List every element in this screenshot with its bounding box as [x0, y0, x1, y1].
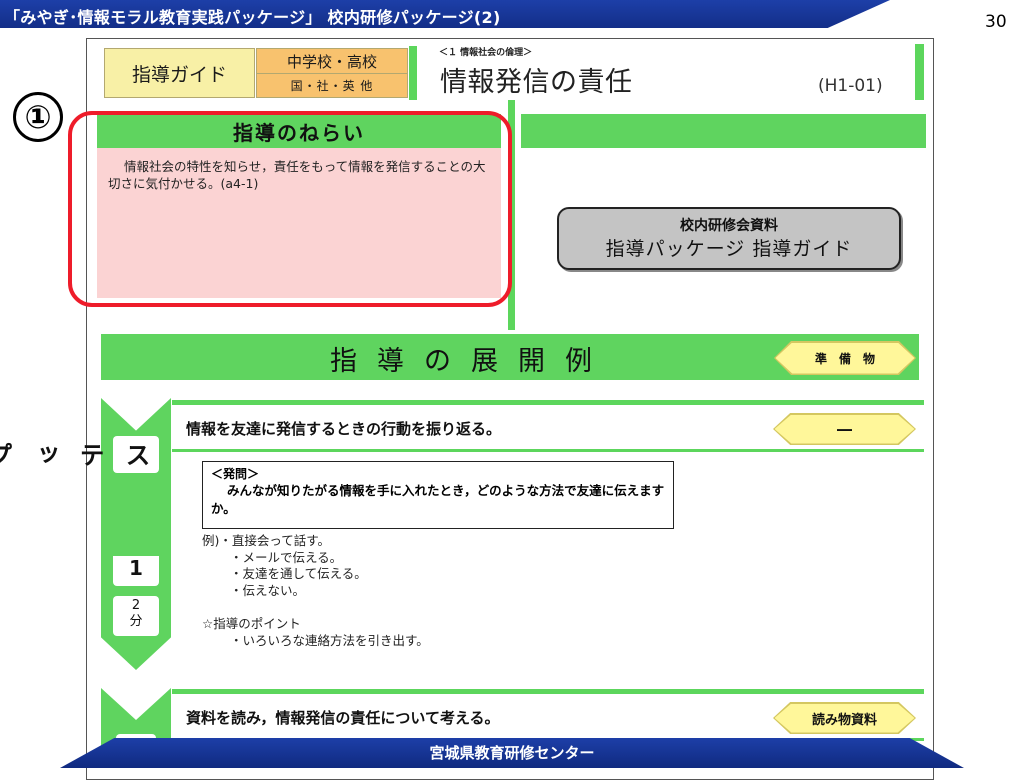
subject-list: 国・社・英 他	[256, 73, 408, 98]
highlight-outline	[68, 111, 512, 307]
step1-char: プ	[0, 442, 13, 467]
step2-task: 資料を読み，情報発信の責任について考える。	[186, 709, 500, 727]
school-level: 中学校・高校	[256, 48, 408, 74]
step1-number: 1	[113, 556, 159, 586]
prep-label: 準備物	[775, 342, 915, 374]
slide-title: 「みやぎ･情報モラル教育実践パッケージ」 校内研修パッケージ(2)	[4, 8, 501, 27]
list-item: ・友達を通して伝える。	[230, 566, 367, 581]
question-text: みんなが知りたがる情報を手に入れたとき，どのような方法で友達に伝えますか。	[211, 483, 665, 516]
step1-top-line	[172, 400, 924, 405]
green-tick	[915, 44, 924, 100]
prep-header: 準備物	[774, 341, 916, 375]
step1-separator	[172, 449, 924, 452]
point-item: ・いろいろな連絡方法を引き出す。	[230, 633, 429, 648]
question-box: ＜発問＞ みんなが知りたがる情報を手に入れたとき，どのような方法で友達に伝えます…	[202, 461, 674, 529]
guide-label: 指導ガイド	[104, 48, 255, 98]
green-tick	[409, 46, 417, 100]
step1-time: 2 分	[113, 596, 159, 636]
step1-char: ッ	[30, 442, 59, 467]
sheet-title: 情報発信の責任	[440, 67, 633, 98]
point-heading: ☆指導のポイント	[202, 616, 301, 631]
question-heading: ＜発問＞	[211, 467, 260, 481]
step2-prep: 読み物資料	[773, 702, 916, 734]
material-line2: 指導パッケージ 指導ガイド	[605, 237, 853, 260]
step1-time-num: 2	[131, 598, 141, 613]
list-item: ・メールで伝える。	[230, 549, 343, 565]
right-heading-bar	[521, 114, 926, 148]
step1-label: ス テ ッ プ	[0, 436, 159, 473]
callout-marker: ①	[13, 92, 63, 142]
step1-char: ス	[122, 442, 151, 467]
list-item: ・伝えない。	[230, 582, 306, 598]
step2-top-line	[172, 689, 924, 694]
unit-label: ＜１ 情報社会の倫理＞	[439, 48, 533, 58]
development-title: 指導の展開例	[330, 346, 612, 377]
step1-time-unit: 分	[129, 614, 143, 629]
footer-text: 宮城県教育研修センター	[429, 744, 595, 762]
material-line1: 校内研修会資料	[680, 217, 778, 234]
material-box: 校内研修会資料 指導パッケージ 指導ガイド	[557, 207, 901, 270]
page-number: 30	[985, 12, 1007, 32]
sheet-code: (H1-01)	[818, 76, 883, 96]
list-item: 例)・直接会って話す。	[202, 533, 331, 548]
example-list: 例)・直接会って話す。 ・メールで伝える。 ・友達を通して伝える。 ・伝えない。	[202, 533, 367, 599]
step1-prep: ―	[773, 413, 916, 445]
step1-prep-value: ―	[774, 414, 915, 444]
step2-prep-value: 読み物資料	[774, 703, 915, 733]
step1-char: テ	[76, 442, 105, 467]
step1-task: 情報を友達に発信するときの行動を振り返る。	[186, 420, 502, 438]
